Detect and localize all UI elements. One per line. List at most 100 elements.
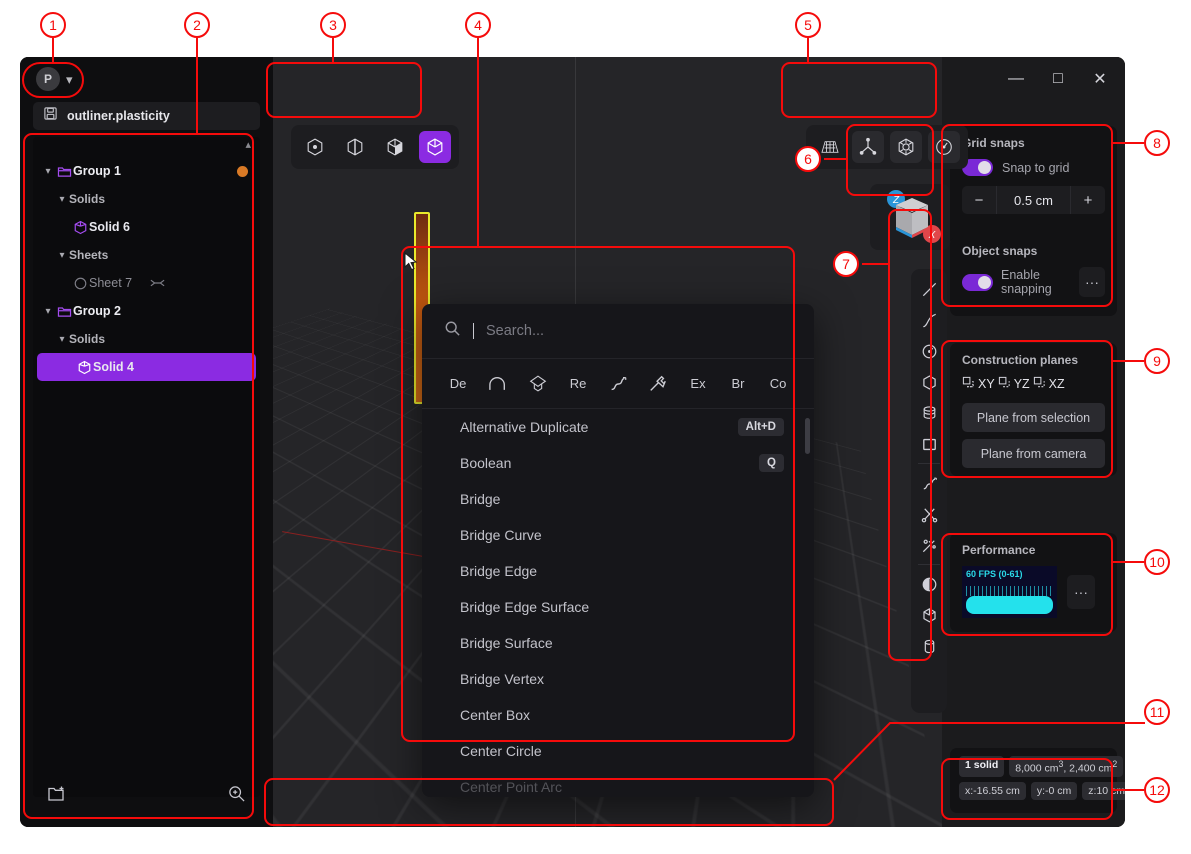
palette-item-shortcut: Alt+D [737, 418, 784, 436]
hidden-icon[interactable] [148, 274, 166, 292]
palette-search-row[interactable]: Search... [422, 304, 814, 359]
orbit-mode-button[interactable] [928, 131, 960, 163]
view-cube[interactable]: Z X [870, 184, 950, 250]
point-view-mode-button[interactable] [299, 131, 331, 163]
outliner-tree[interactable]: ▴ ▾ Group 1 ▾ Solids Solid 6 ▾ Sheets Sh… [33, 137, 260, 797]
sphere-tool-button[interactable] [914, 569, 944, 599]
outliner-row-solids-1[interactable]: ▾ Solids [33, 185, 260, 213]
annotation-number-9: 9 [1144, 348, 1170, 374]
chevron-down-icon[interactable]: ▾ [66, 73, 73, 86]
new-group-icon[interactable] [47, 785, 67, 807]
construction-planes-title: Construction planes [962, 353, 1079, 367]
annotation-number-4: 4 [465, 12, 491, 38]
outliner-row-solids-2[interactable]: ▾ Solids [33, 325, 260, 353]
tab-de[interactable]: De [438, 376, 478, 391]
outliner-row-solid-6[interactable]: Solid 6 [33, 213, 260, 241]
grid-size-decrement[interactable]: − [962, 186, 996, 214]
minimize-button[interactable]: — [997, 65, 1035, 93]
palette-item-label: Bridge Surface [460, 635, 553, 651]
palette-results-list[interactable]: Alternative Duplicate Alt+D Boolean Q Br… [422, 409, 814, 797]
palette-item[interactable]: Alternative Duplicate Alt+D [422, 409, 814, 445]
palette-item[interactable]: Boolean Q [422, 445, 814, 481]
palette-item[interactable]: Center Point Arc [422, 769, 814, 797]
grid-size-increment[interactable]: + [1071, 186, 1105, 214]
palette-item-label: Center Circle [460, 743, 542, 759]
edge-view-mode-button[interactable] [339, 131, 371, 163]
palette-item-shortcut: Q [759, 454, 784, 472]
command-palette[interactable]: Search... De Re Ex Br Co Alternative Dup… [422, 304, 814, 797]
axes-snap-button[interactable] [852, 131, 884, 163]
spiral-tool-button[interactable] [914, 398, 944, 428]
palette-search-input[interactable]: Search... [486, 323, 544, 339]
trim-tool-button[interactable] [914, 499, 944, 529]
right-sidebar: — □ ✕ Grid snaps Snap to grid − 0.5 cm +… [942, 57, 1125, 827]
file-name-field[interactable]: outliner.plasticity [33, 102, 260, 130]
outliner-row-solid-4[interactable]: Solid 4 [37, 353, 256, 381]
grid-size-value[interactable]: 0.5 cm [996, 186, 1071, 214]
fps-label: 60 FPS (0-61) [966, 569, 1023, 579]
circle-tool-button[interactable] [914, 336, 944, 366]
outliner-row-label: Group 1 [73, 164, 121, 178]
line-tool-button[interactable] [914, 274, 944, 304]
plane-from-camera-button[interactable]: Plane from camera [962, 439, 1105, 468]
spline-tool-button[interactable] [914, 468, 944, 498]
plane-yz-button[interactable]: YZ [998, 376, 1030, 392]
cylinder-tool-button[interactable] [914, 631, 944, 661]
enable-snapping-toggle[interactable] [962, 273, 993, 291]
outliner-row-sheet-7[interactable]: Sheet 7 [33, 269, 260, 297]
zoom-selection-icon[interactable] [227, 784, 246, 808]
palette-item[interactable]: Bridge Surface [422, 625, 814, 661]
tab-unwrap[interactable] [518, 373, 558, 395]
plane-xz-button[interactable]: XZ [1033, 376, 1065, 392]
profile-menu[interactable]: P ▾ [36, 67, 73, 91]
grid-size-stepper[interactable]: − 0.5 cm + [962, 186, 1105, 214]
outliner-row-sheets[interactable]: ▾ Sheets [33, 241, 260, 269]
enable-snapping-row[interactable]: Enable snapping ··· [962, 267, 1105, 297]
palette-scrollbar[interactable] [805, 418, 810, 454]
search-icon [444, 320, 461, 342]
leader-line-4 [477, 38, 479, 248]
snap-to-grid-row[interactable]: Snap to grid [962, 159, 1105, 176]
twisty-icon[interactable]: ▾ [41, 306, 55, 317]
close-button[interactable]: ✕ [1081, 65, 1119, 93]
palette-item[interactable]: Bridge Edge [422, 553, 814, 589]
object-snaps-more-button[interactable]: ··· [1079, 267, 1105, 297]
screenshot-root: P ▾ outliner.plasticity ▴ ▾ Group 1 ▾ So… [0, 0, 1191, 854]
tab-br[interactable]: Br [718, 376, 758, 391]
curve-tool-button[interactable] [914, 305, 944, 335]
tab-fillet[interactable] [478, 375, 518, 393]
measurements-badge: 8,000 cm3, 2,400 cm2 [1009, 755, 1124, 777]
maximize-button[interactable]: □ [1039, 65, 1077, 93]
solid-view-mode-button[interactable] [419, 131, 451, 163]
isometric-view-button[interactable] [890, 131, 922, 163]
plane-from-selection-button[interactable]: Plane from selection [962, 403, 1105, 432]
palette-item[interactable]: Center Circle [422, 733, 814, 769]
tab-re[interactable]: Re [558, 376, 598, 391]
rectangle-tool-button[interactable] [914, 429, 944, 459]
twisty-icon[interactable]: ▾ [41, 166, 55, 177]
tab-ex[interactable]: Ex [678, 376, 718, 391]
folder-icon [55, 302, 73, 320]
palette-item[interactable]: Bridge [422, 481, 814, 517]
tab-spline[interactable] [598, 374, 638, 394]
visibility-dot-icon[interactable] [237, 165, 248, 177]
box-tool-button[interactable] [914, 600, 944, 630]
palette-item[interactable]: Center Box [422, 697, 814, 733]
face-view-mode-button[interactable] [379, 131, 411, 163]
chevron-up-icon[interactable]: ▴ [245, 138, 251, 151]
outliner-row-group-1[interactable]: ▾ Group 1 [33, 157, 260, 185]
tab-hammer[interactable] [638, 374, 678, 394]
twisty-icon[interactable]: ▾ [55, 250, 69, 261]
save-icon [43, 106, 58, 126]
polygon-tool-button[interactable] [914, 367, 944, 397]
twisty-icon[interactable]: ▾ [55, 334, 69, 345]
bridge-curve-tool-button[interactable] [914, 530, 944, 560]
palette-item[interactable]: Bridge Vertex [422, 661, 814, 697]
palette-item[interactable]: Bridge Curve [422, 517, 814, 553]
palette-item[interactable]: Bridge Edge Surface [422, 589, 814, 625]
tab-co[interactable]: Co [758, 376, 798, 391]
performance-more-button[interactable]: ··· [1067, 575, 1095, 609]
outliner-row-group-2[interactable]: ▾ Group 2 [33, 297, 260, 325]
plane-xy-button[interactable]: XY [962, 376, 995, 392]
twisty-icon[interactable]: ▾ [55, 194, 69, 205]
